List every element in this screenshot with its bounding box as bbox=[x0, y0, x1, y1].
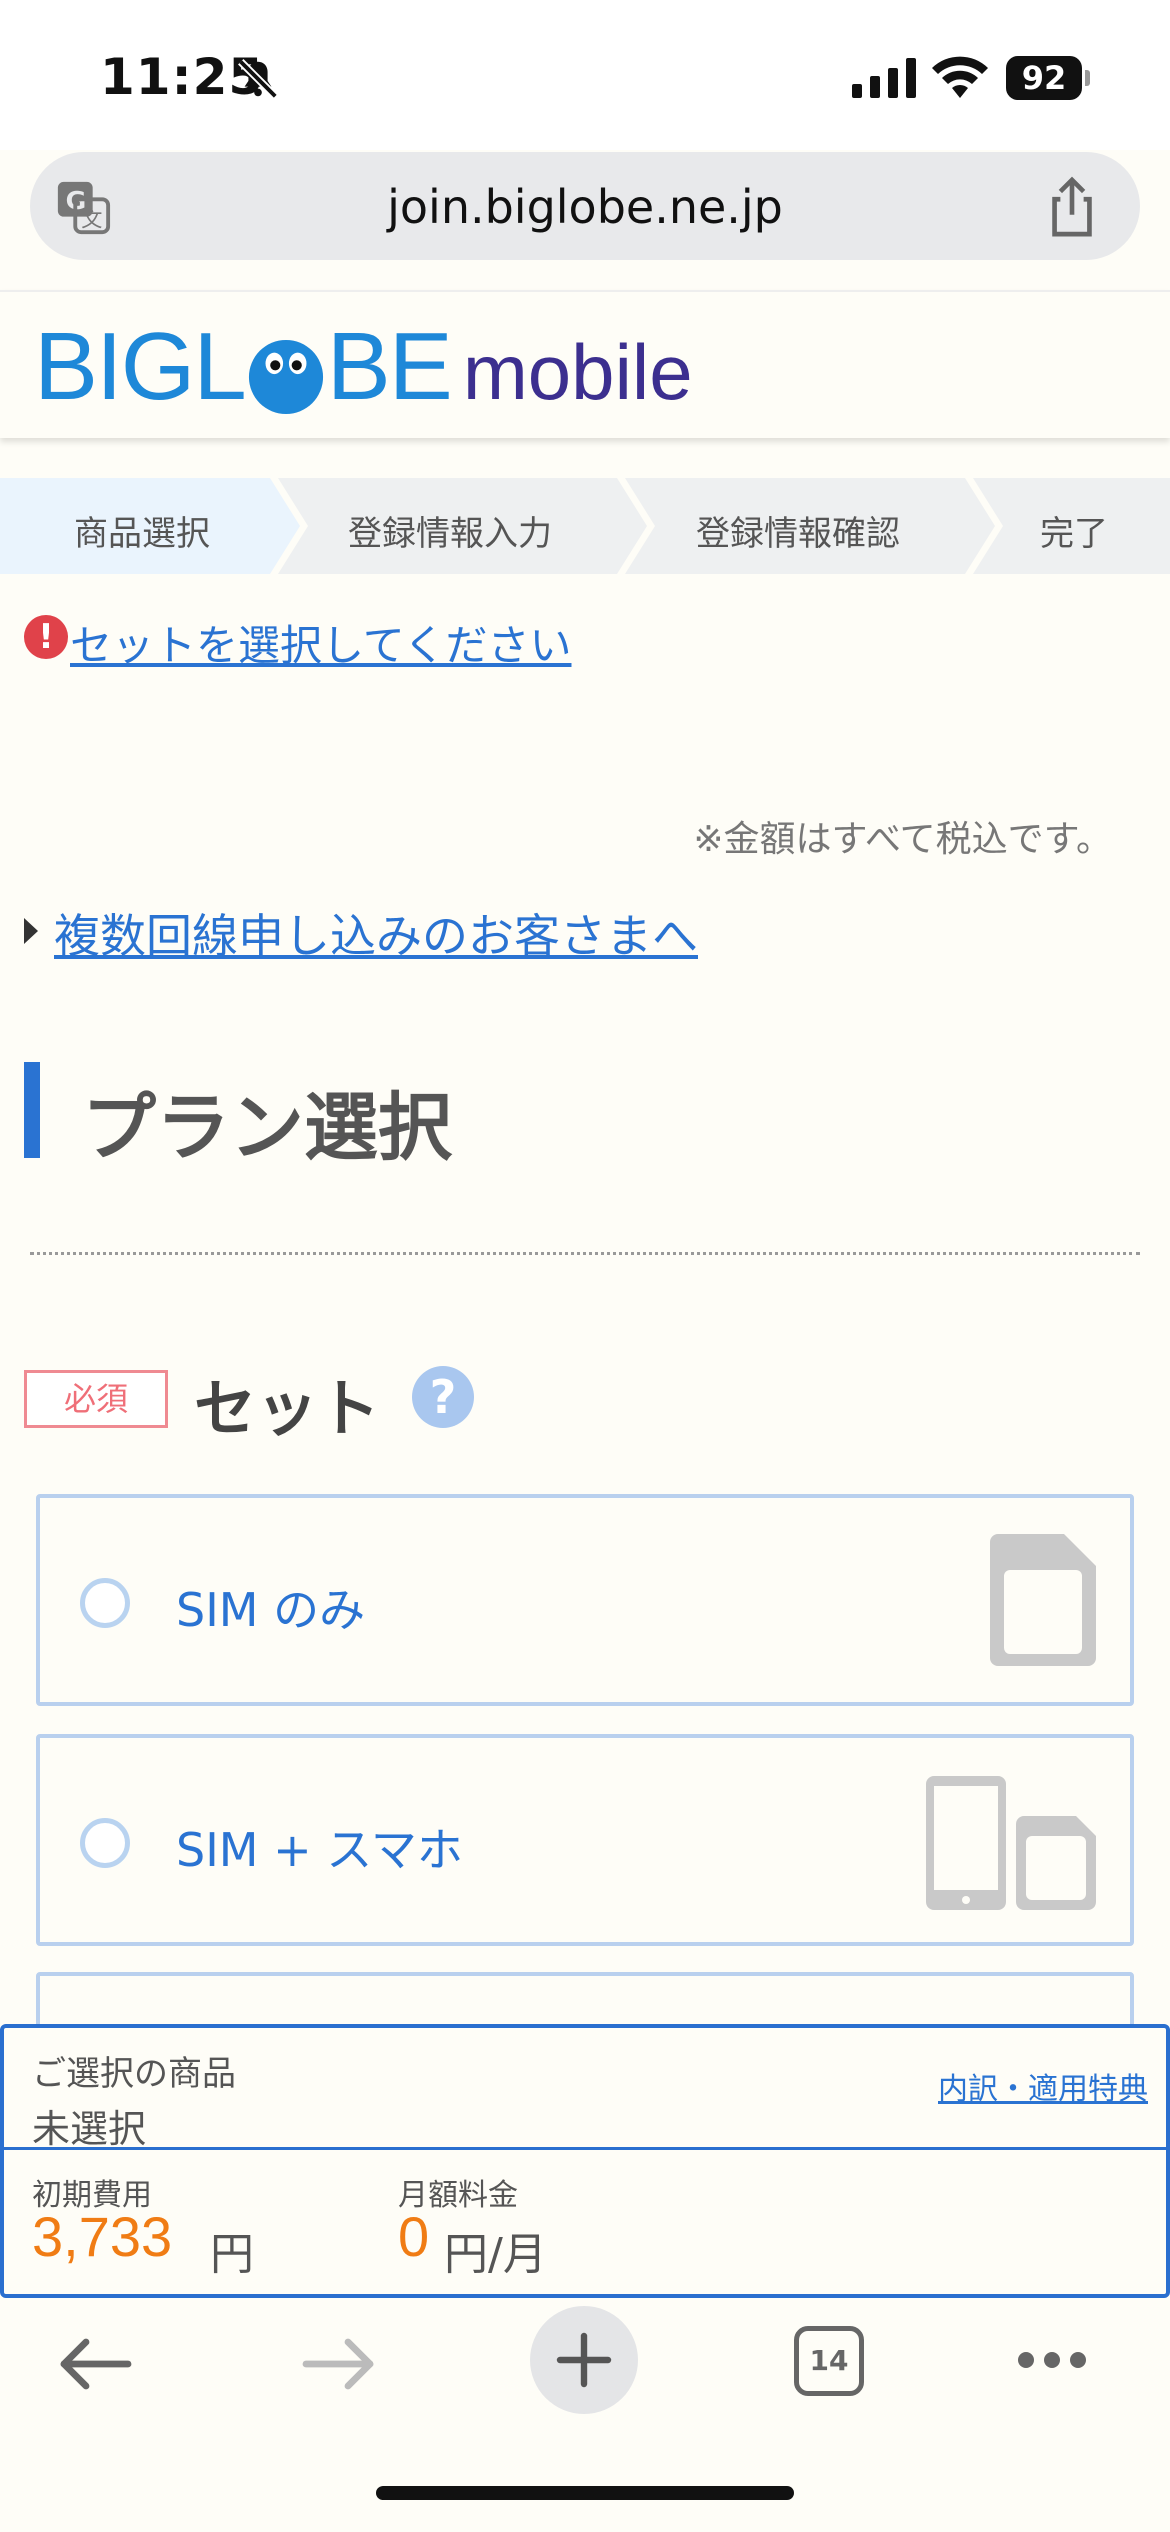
forward-icon[interactable] bbox=[302, 2336, 376, 2392]
plus-icon bbox=[556, 2332, 612, 2388]
summary-header: ご選択の商品 未選択 内訳・適用特典 bbox=[4, 2028, 1166, 2151]
selection-summary: ご選択の商品 未選択 内訳・適用特典 初期費用 3,733 円 月額料金 0 円… bbox=[0, 2024, 1170, 2298]
summary-selected: 未選択 bbox=[32, 2107, 147, 2151]
tabs-button[interactable]: 14 bbox=[794, 2326, 864, 2396]
error-link[interactable]: セットを選択してください bbox=[70, 612, 571, 673]
biglobe-mobile-logo[interactable]: BIGL BE mobile bbox=[34, 319, 693, 415]
step-registration-input: 登録情報入力 bbox=[348, 514, 552, 554]
step-registration-confirm: 登録情報確認 bbox=[696, 514, 900, 554]
site-header: BIGL BE mobile bbox=[0, 290, 1170, 438]
initial-fee-value: 3,733 bbox=[32, 2205, 173, 2268]
set-label: セット bbox=[194, 1372, 381, 1445]
bell-muted-icon bbox=[238, 59, 278, 99]
biglobe-mascot-icon bbox=[248, 339, 323, 415]
summary-title: ご選択の商品 bbox=[32, 2054, 236, 2094]
url-text[interactable]: join.biglobe.ne.jp bbox=[30, 180, 1140, 234]
breakdown-link[interactable]: 内訳・適用特典 bbox=[938, 2064, 1148, 2108]
section-accent-bar bbox=[24, 1062, 40, 1158]
share-icon[interactable] bbox=[1044, 176, 1100, 238]
step-product-selection: 商品選択 bbox=[74, 514, 210, 554]
step-complete: 完了 bbox=[1040, 514, 1108, 554]
section-title: プラン選択 bbox=[82, 1085, 452, 1171]
tax-note: ※金額はすべて税込です。 bbox=[693, 819, 1112, 860]
radio-button[interactable] bbox=[80, 1818, 130, 1868]
phone-sim-icon bbox=[926, 1776, 1096, 1910]
error-icon: ! bbox=[24, 615, 68, 659]
progress-steps: 商品選択 登録情報入力 登録情報確認 完了 bbox=[0, 478, 1170, 574]
help-icon[interactable]: ? bbox=[412, 1366, 474, 1428]
signal-icon bbox=[852, 58, 916, 98]
monthly-fee-value: 0 bbox=[398, 2205, 430, 2268]
battery-icon: 92 bbox=[1006, 56, 1090, 100]
caret-right-icon bbox=[24, 918, 38, 944]
required-badge: 必須 bbox=[24, 1370, 168, 1428]
monthly-fee-unit: 円/月 bbox=[444, 2229, 547, 2280]
option-sim-smartphone[interactable]: SIM + スマホ bbox=[36, 1734, 1134, 1946]
multiple-lines-link[interactable]: 複数回線申し込みのお客さまへ bbox=[54, 900, 698, 966]
back-icon[interactable] bbox=[58, 2336, 132, 2392]
option-sim-only[interactable]: SIM のみ bbox=[36, 1494, 1134, 1706]
home-indicator bbox=[376, 2486, 794, 2500]
battery-level: 92 bbox=[1006, 56, 1082, 100]
new-tab-button[interactable] bbox=[530, 2306, 638, 2414]
option-label: SIM + スマホ bbox=[176, 1823, 463, 1877]
option-label: SIM のみ bbox=[176, 1583, 366, 1637]
divider bbox=[30, 1252, 1140, 1255]
more-icon[interactable] bbox=[1016, 2350, 1088, 2370]
radio-button[interactable] bbox=[80, 1578, 130, 1628]
address-bar[interactable]: G 文 join.biglobe.ne.jp bbox=[30, 152, 1140, 260]
status-bar: 11:25 92 bbox=[0, 0, 1170, 150]
initial-fee-unit: 円 bbox=[210, 2229, 254, 2280]
sim-card-icon bbox=[990, 1534, 1096, 1666]
wifi-icon bbox=[932, 56, 988, 98]
